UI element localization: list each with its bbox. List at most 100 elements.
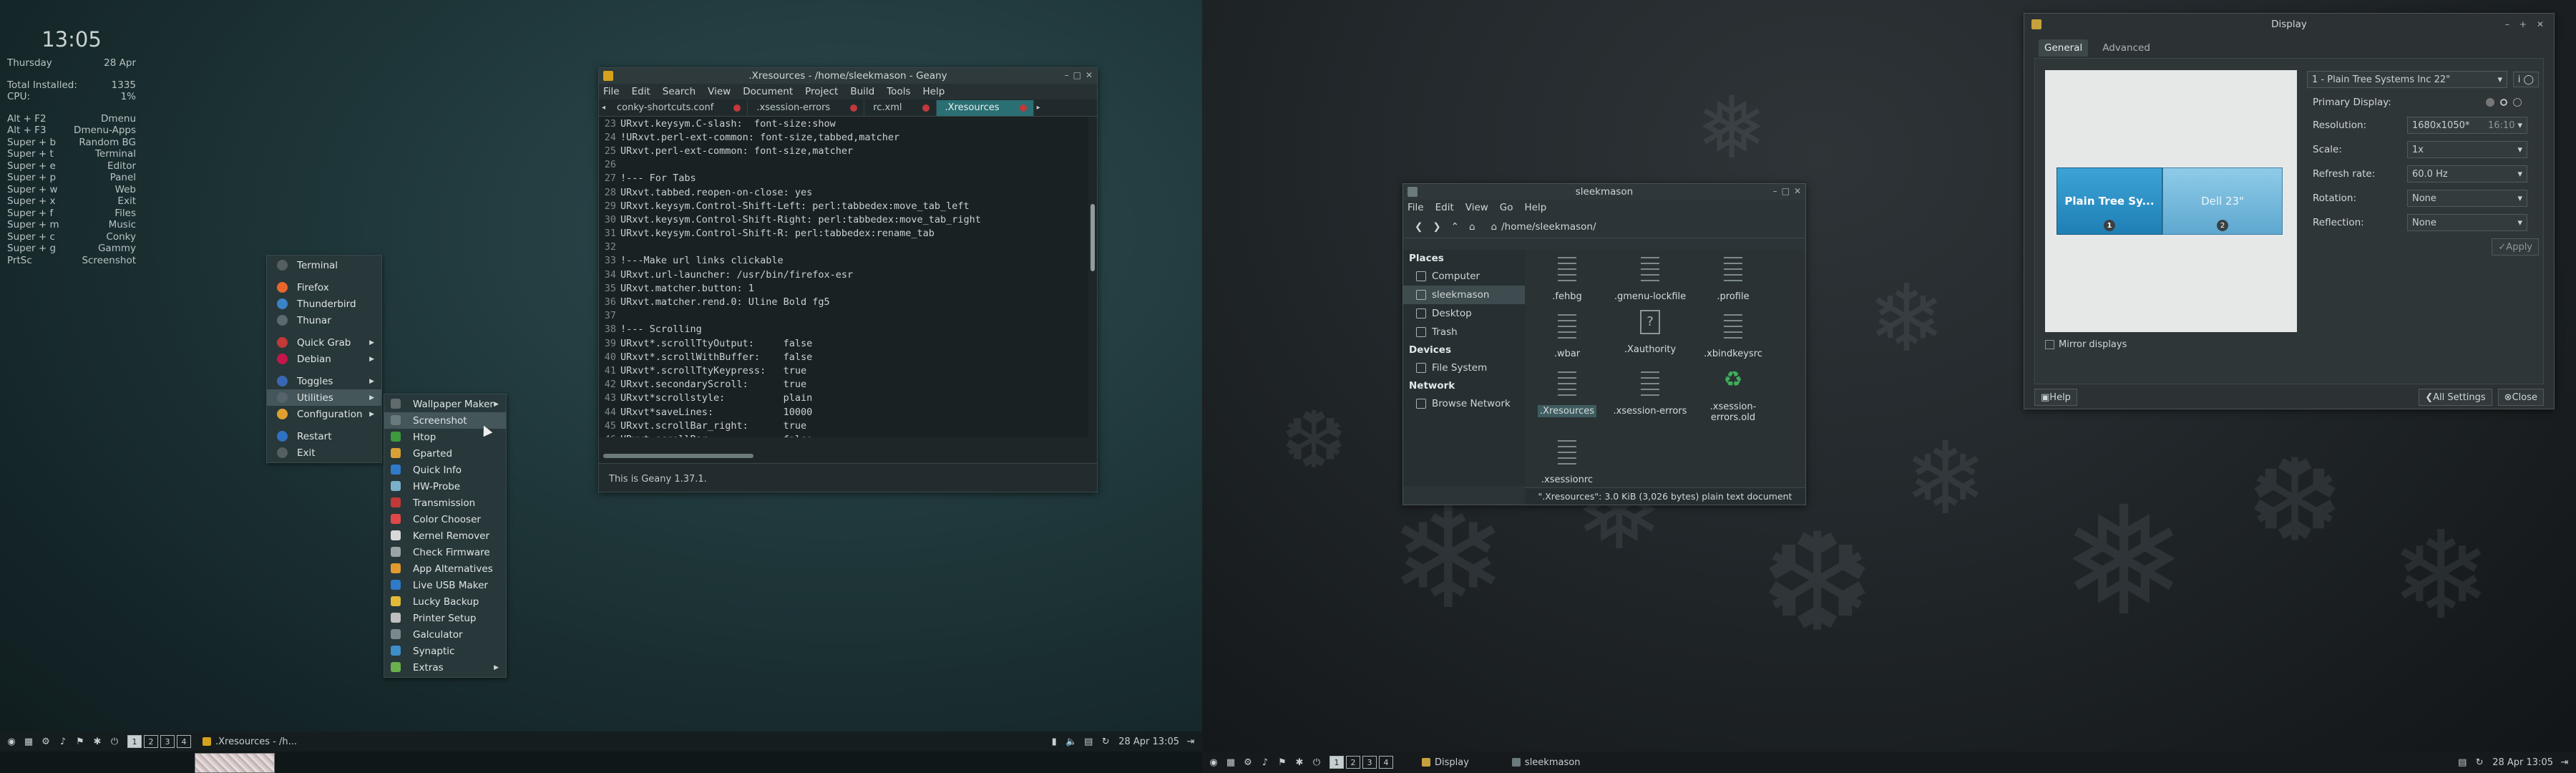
file-item[interactable]: .gmenu-lockfile bbox=[1611, 253, 1689, 302]
sidebar-item-desktop[interactable]: Desktop bbox=[1403, 304, 1525, 323]
refresh-rate-select[interactable]: 60.0 Hz ▾ bbox=[2407, 165, 2527, 183]
menu-item-quick-grab[interactable]: Quick Grab ▶ bbox=[267, 334, 381, 351]
help-button[interactable]: ▣ Help bbox=[2034, 389, 2077, 406]
close-icon[interactable]: ✕ bbox=[1794, 186, 1801, 196]
power-icon[interactable]: ⏻ bbox=[1311, 757, 1322, 768]
settings-icon[interactable]: ⚙ bbox=[40, 736, 52, 747]
geany-titlebar[interactable]: .Xresources - /home/sleekmason - Geany –… bbox=[599, 68, 1097, 84]
sidebar-item-sleekmason[interactable]: sleekmason bbox=[1403, 286, 1525, 304]
logout-icon[interactable]: ⇥ bbox=[2559, 757, 2570, 768]
file-item[interactable]: .wbar bbox=[1528, 310, 1606, 359]
identify-toggle[interactable]: i ◯ bbox=[2512, 72, 2539, 87]
editor-tab[interactable]: rc.xml bbox=[864, 99, 937, 116]
menu-build[interactable]: Build bbox=[850, 86, 874, 97]
menu-view[interactable]: View bbox=[708, 86, 731, 97]
workspace-1[interactable]: 1 bbox=[127, 735, 142, 748]
submenu-item-synaptic[interactable]: Synaptic bbox=[384, 643, 506, 659]
tab-close-icon[interactable] bbox=[850, 104, 858, 112]
display-titlebar[interactable]: Display – + ✕ bbox=[2024, 14, 2554, 35]
editor-tab[interactable]: .xsession-errors bbox=[748, 99, 865, 116]
workspace-3[interactable]: 3 bbox=[160, 735, 175, 748]
menu-file[interactable]: File bbox=[1407, 202, 1424, 213]
taskbar-task-filemanager[interactable]: sleekmason bbox=[1511, 757, 1580, 768]
close-icon[interactable]: ✕ bbox=[2537, 19, 2544, 29]
menu-go[interactable]: Go bbox=[1500, 202, 1513, 213]
network-icon[interactable]: ⚑ bbox=[74, 736, 86, 747]
menu-item-thunderbird[interactable]: Thunderbird bbox=[267, 296, 381, 312]
power-icon[interactable]: ⏻ bbox=[109, 736, 120, 747]
sidebar-item-network[interactable]: Browse Network bbox=[1403, 394, 1525, 413]
tab-close-icon[interactable] bbox=[922, 104, 930, 112]
submenu-item-printer-setup[interactable]: Printer Setup bbox=[384, 610, 506, 626]
submenu-item-transmission[interactable]: Transmission bbox=[384, 495, 506, 511]
file-item[interactable]: .xsessionrc bbox=[1528, 436, 1606, 485]
apps-grid-icon[interactable]: ▦ bbox=[23, 736, 34, 747]
reflection-select[interactable]: None ▾ bbox=[2407, 214, 2527, 231]
forward-icon[interactable]: ❯ bbox=[1433, 221, 1440, 233]
clipboard-icon[interactable]: ▤ bbox=[2457, 757, 2468, 768]
submenu-item-live-usb-maker[interactable]: Live USB Maker bbox=[384, 577, 506, 593]
tab-advanced[interactable]: Advanced bbox=[2097, 39, 2156, 57]
sidebar-item-trash[interactable]: Trash bbox=[1403, 323, 1525, 341]
fm-titlebar[interactable]: sleekmason – □ ✕ bbox=[1403, 184, 1805, 200]
primary-toggle-icon[interactable] bbox=[2486, 98, 2494, 107]
rotation-select[interactable]: None ▾ bbox=[2407, 190, 2527, 207]
file-item[interactable]: .Xresources bbox=[1528, 367, 1606, 417]
menu-item-exit[interactable]: Exit bbox=[267, 444, 381, 461]
submenu-item-wallpaper-maker[interactable]: Wallpaper Maker ▶ bbox=[384, 396, 506, 412]
workspace-2[interactable]: 2 bbox=[1346, 756, 1360, 769]
file-item[interactable]: ♻ .xsession-errors.old bbox=[1694, 367, 1772, 423]
taskbar-task-geany[interactable]: .Xresources - /h... bbox=[203, 736, 297, 747]
all-settings-button[interactable]: ❮ All Settings bbox=[2419, 389, 2492, 406]
submenu-item-quick-info[interactable]: Quick Info bbox=[384, 462, 506, 478]
tab-general[interactable]: General bbox=[2039, 39, 2089, 57]
submenu-item-lucky-backup[interactable]: Lucky Backup bbox=[384, 593, 506, 610]
editor-tab[interactable]: .Xresources bbox=[936, 99, 1034, 116]
gear-icon[interactable]: ✱ bbox=[92, 736, 103, 747]
menu-document[interactable]: Document bbox=[743, 86, 793, 97]
close-button[interactable]: ⊗ Close bbox=[2497, 389, 2544, 406]
menu-tools[interactable]: Tools bbox=[887, 86, 910, 97]
maximize-icon[interactable]: + bbox=[2519, 19, 2527, 29]
taskbar-task-display[interactable]: Display bbox=[1422, 757, 1469, 768]
menu-icon[interactable]: ◉ bbox=[6, 736, 17, 747]
minimize-icon[interactable]: – bbox=[2505, 19, 2509, 29]
menu-search[interactable]: Search bbox=[663, 86, 696, 97]
primary-radio-icon[interactable] bbox=[2500, 99, 2507, 106]
volume-icon[interactable]: ♪ bbox=[57, 736, 69, 747]
monitor-select[interactable]: 1 - Plain Tree Systems Inc 22" ▾ bbox=[2307, 71, 2507, 88]
file-item[interactable]: .xbindkeysrc bbox=[1694, 310, 1772, 359]
menu-project[interactable]: Project bbox=[805, 86, 838, 97]
primary-mirror-icon[interactable] bbox=[2513, 98, 2522, 107]
signal-icon[interactable]: ▮ bbox=[1048, 736, 1060, 747]
settings-icon[interactable]: ⚙ bbox=[1242, 757, 1254, 768]
menu-help[interactable]: Help bbox=[923, 86, 945, 97]
submenu-item-galculator[interactable]: Galculator bbox=[384, 626, 506, 643]
workspace-2[interactable]: 2 bbox=[144, 735, 158, 748]
sidebar-item-computer[interactable]: Computer bbox=[1403, 267, 1525, 286]
apps-grid-icon[interactable]: ▦ bbox=[1225, 757, 1236, 768]
menu-edit[interactable]: Edit bbox=[632, 86, 650, 97]
submenu-item-gparted[interactable]: Gparted bbox=[384, 445, 506, 462]
tab-close-icon[interactable] bbox=[1019, 104, 1027, 112]
monitor-1-tile[interactable]: Plain Tree Sy... 1 bbox=[2057, 167, 2162, 235]
menu-icon[interactable]: ◉ bbox=[1208, 757, 1219, 768]
path-bar[interactable]: ⌂ /home/sleekmason/ bbox=[1488, 219, 1767, 235]
update-icon[interactable]: ↻ bbox=[2474, 757, 2485, 768]
menu-item-configuration[interactable]: Configuration ▶ bbox=[267, 406, 381, 422]
workspace-3[interactable]: 3 bbox=[1362, 756, 1377, 769]
menu-item-thunar[interactable]: Thunar bbox=[267, 312, 381, 329]
gear-icon[interactable]: ✱ bbox=[1294, 757, 1305, 768]
back-icon[interactable]: ❮ bbox=[1415, 221, 1423, 233]
file-item[interactable]: .fehbg bbox=[1528, 253, 1606, 302]
sidebar-item-filesystem[interactable]: File System bbox=[1403, 359, 1525, 377]
monitor-2-tile[interactable]: Dell 23" 2 bbox=[2162, 167, 2283, 235]
minimize-icon[interactable]: – bbox=[1065, 70, 1069, 80]
menu-item-restart[interactable]: Restart bbox=[267, 428, 381, 444]
home-icon[interactable]: ⌂ bbox=[1469, 221, 1475, 233]
workspace-4[interactable]: 4 bbox=[177, 735, 191, 748]
logout-icon[interactable]: ⇥ bbox=[1185, 736, 1196, 747]
window-thumbnail[interactable] bbox=[195, 753, 275, 773]
up-icon[interactable]: ⌃ bbox=[1451, 221, 1459, 233]
menu-view[interactable]: View bbox=[1465, 202, 1488, 213]
